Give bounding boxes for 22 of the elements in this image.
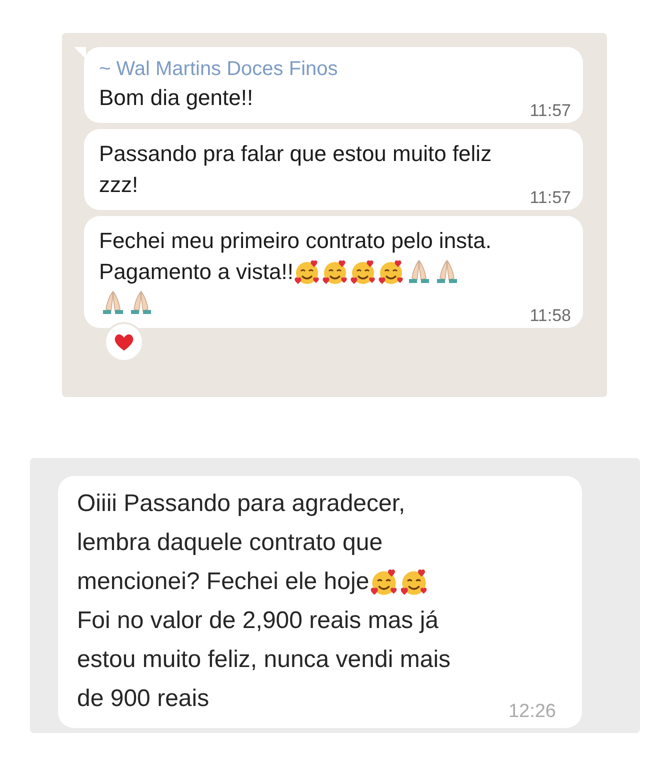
message-text: Pagamento a vista!! <box>99 258 294 286</box>
message-text: Oiiii Passando para agradecer, <box>77 489 406 519</box>
message-text: de 900 reais <box>77 684 210 714</box>
hearts-face-icon <box>399 566 430 596</box>
message-text: Bom dia gente!! <box>99 84 254 112</box>
hearts-face-icon <box>377 258 406 286</box>
hearts-face-icon <box>349 258 378 286</box>
message-time: 12:26 <box>507 702 556 722</box>
message-text: estou muito feliz, nunca vendi mais <box>77 645 451 675</box>
hearts-face-icon <box>321 258 350 286</box>
message-time: 11:57 <box>528 188 571 208</box>
message-time: 11:58 <box>528 306 571 326</box>
message-text: Passando pra falar que estou muito feliz <box>99 140 492 168</box>
message-text: lembra daquele contrato que <box>77 528 383 558</box>
sender-name: ~ Wal Martins Doces Finos <box>99 57 339 82</box>
message-text: zzz! <box>99 171 138 199</box>
message-text: Fechei meu primeiro contrato pelo insta. <box>99 227 492 255</box>
message-time: 11:57 <box>528 101 571 121</box>
message-text: Foi no valor de 2,900 reais mas já <box>77 606 439 636</box>
message-text: mencionei? Fechei ele hoje <box>77 567 370 597</box>
hearts-face-icon <box>293 258 322 286</box>
hearts-face-icon <box>369 566 400 596</box>
